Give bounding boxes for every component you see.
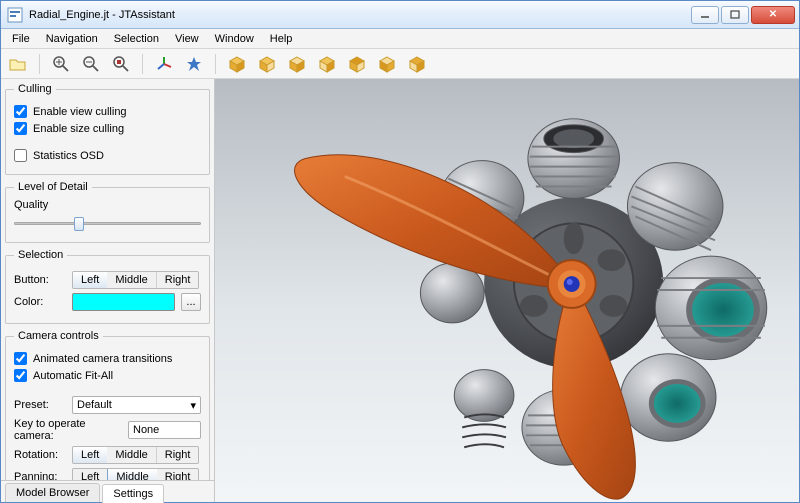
- enable-view-culling-input[interactable]: [14, 105, 27, 118]
- statistics-osd-checkbox[interactable]: Statistics OSD: [14, 149, 201, 162]
- zoom-in-icon[interactable]: [50, 53, 72, 75]
- lod-legend: Level of Detail: [14, 181, 92, 193]
- selection-legend: Selection: [14, 249, 67, 261]
- key-field[interactable]: None: [128, 421, 201, 439]
- camera-legend: Camera controls: [14, 330, 103, 342]
- rot-right[interactable]: Right: [157, 447, 199, 463]
- chevron-down-icon: ▾: [190, 399, 196, 412]
- close-button[interactable]: ✕: [751, 6, 795, 24]
- menu-bar: File Navigation Selection View Window He…: [1, 29, 799, 49]
- rot-middle[interactable]: Middle: [107, 447, 156, 463]
- panning-segmented[interactable]: Left Middle Right: [72, 468, 199, 480]
- rotation-label: Rotation:: [14, 449, 66, 461]
- automatic-fitall-input[interactable]: [14, 369, 27, 382]
- view-cube-3-icon[interactable]: [286, 53, 308, 75]
- enable-view-culling-checkbox[interactable]: Enable view culling: [14, 105, 201, 118]
- color-picker-button[interactable]: ...: [181, 293, 201, 311]
- tab-model-browser[interactable]: Model Browser: [5, 483, 100, 502]
- quality-label: Quality: [14, 199, 201, 211]
- view-cube-2-icon[interactable]: [256, 53, 278, 75]
- rotation-segmented[interactable]: Left Middle Right: [72, 446, 199, 464]
- view-cube-5-icon[interactable]: [346, 53, 368, 75]
- animated-transitions-input[interactable]: [14, 352, 27, 365]
- panning-label: Panning:: [14, 471, 66, 480]
- maximize-button[interactable]: [721, 6, 749, 24]
- key-label: Key to operate camera:: [14, 418, 122, 442]
- view-cube-1-icon[interactable]: [226, 53, 248, 75]
- app-icon: [7, 7, 23, 23]
- color-swatch[interactable]: [72, 293, 175, 311]
- toolbar: [1, 49, 799, 79]
- selection-button-segmented[interactable]: Left Middle Right: [72, 271, 199, 289]
- automatic-fitall-checkbox[interactable]: Automatic Fit-All: [14, 369, 201, 382]
- animated-transitions-checkbox[interactable]: Animated camera transitions: [14, 352, 201, 365]
- minimize-button[interactable]: [691, 6, 719, 24]
- tab-settings[interactable]: Settings: [102, 484, 164, 503]
- selection-group: Selection Button: Left Middle Right Colo…: [5, 249, 210, 324]
- zoom-out-icon[interactable]: [80, 53, 102, 75]
- rot-left[interactable]: Left: [72, 446, 108, 464]
- axes-icon[interactable]: [153, 53, 175, 75]
- pan-right[interactable]: Right: [157, 469, 199, 480]
- menu-window[interactable]: Window: [208, 31, 261, 47]
- button-label: Button:: [14, 274, 66, 286]
- enable-size-culling-checkbox[interactable]: Enable size culling: [14, 122, 201, 135]
- window-title: Radial_Engine.jt - JTAssistant: [29, 9, 691, 21]
- pan-middle[interactable]: Middle: [107, 468, 157, 480]
- 3d-viewport[interactable]: [215, 79, 799, 502]
- sel-btn-middle[interactable]: Middle: [107, 272, 156, 288]
- quality-slider[interactable]: [14, 214, 201, 234]
- menu-selection[interactable]: Selection: [107, 31, 166, 47]
- sel-btn-right[interactable]: Right: [157, 272, 199, 288]
- preset-dropdown[interactable]: Default▾: [72, 396, 201, 414]
- view-cube-4-icon[interactable]: [316, 53, 338, 75]
- enable-size-culling-input[interactable]: [14, 122, 27, 135]
- title-bar: Radial_Engine.jt - JTAssistant ✕: [1, 1, 799, 29]
- lod-group: Level of Detail Quality: [5, 181, 210, 243]
- menu-navigation[interactable]: Navigation: [39, 31, 105, 47]
- zoom-fit-icon[interactable]: [110, 53, 132, 75]
- preset-label: Preset:: [14, 399, 66, 411]
- menu-file[interactable]: File: [5, 31, 37, 47]
- model-render: [215, 79, 799, 502]
- statistics-osd-input[interactable]: [14, 149, 27, 162]
- star-icon[interactable]: [183, 53, 205, 75]
- view-cube-7-icon[interactable]: [406, 53, 428, 75]
- open-file-icon[interactable]: [7, 53, 29, 75]
- sidebar: Culling Enable view culling Enable size …: [1, 79, 215, 502]
- menu-view[interactable]: View: [168, 31, 206, 47]
- menu-help[interactable]: Help: [263, 31, 300, 47]
- sidebar-tabs: Model Browser Settings: [1, 480, 214, 502]
- camera-group: Camera controls Animated camera transiti…: [5, 330, 210, 480]
- culling-legend: Culling: [14, 83, 56, 95]
- color-label: Color:: [14, 296, 66, 308]
- sel-btn-left[interactable]: Left: [72, 271, 108, 289]
- view-cube-6-icon[interactable]: [376, 53, 398, 75]
- culling-group: Culling Enable view culling Enable size …: [5, 83, 210, 175]
- pan-left[interactable]: Left: [73, 469, 108, 480]
